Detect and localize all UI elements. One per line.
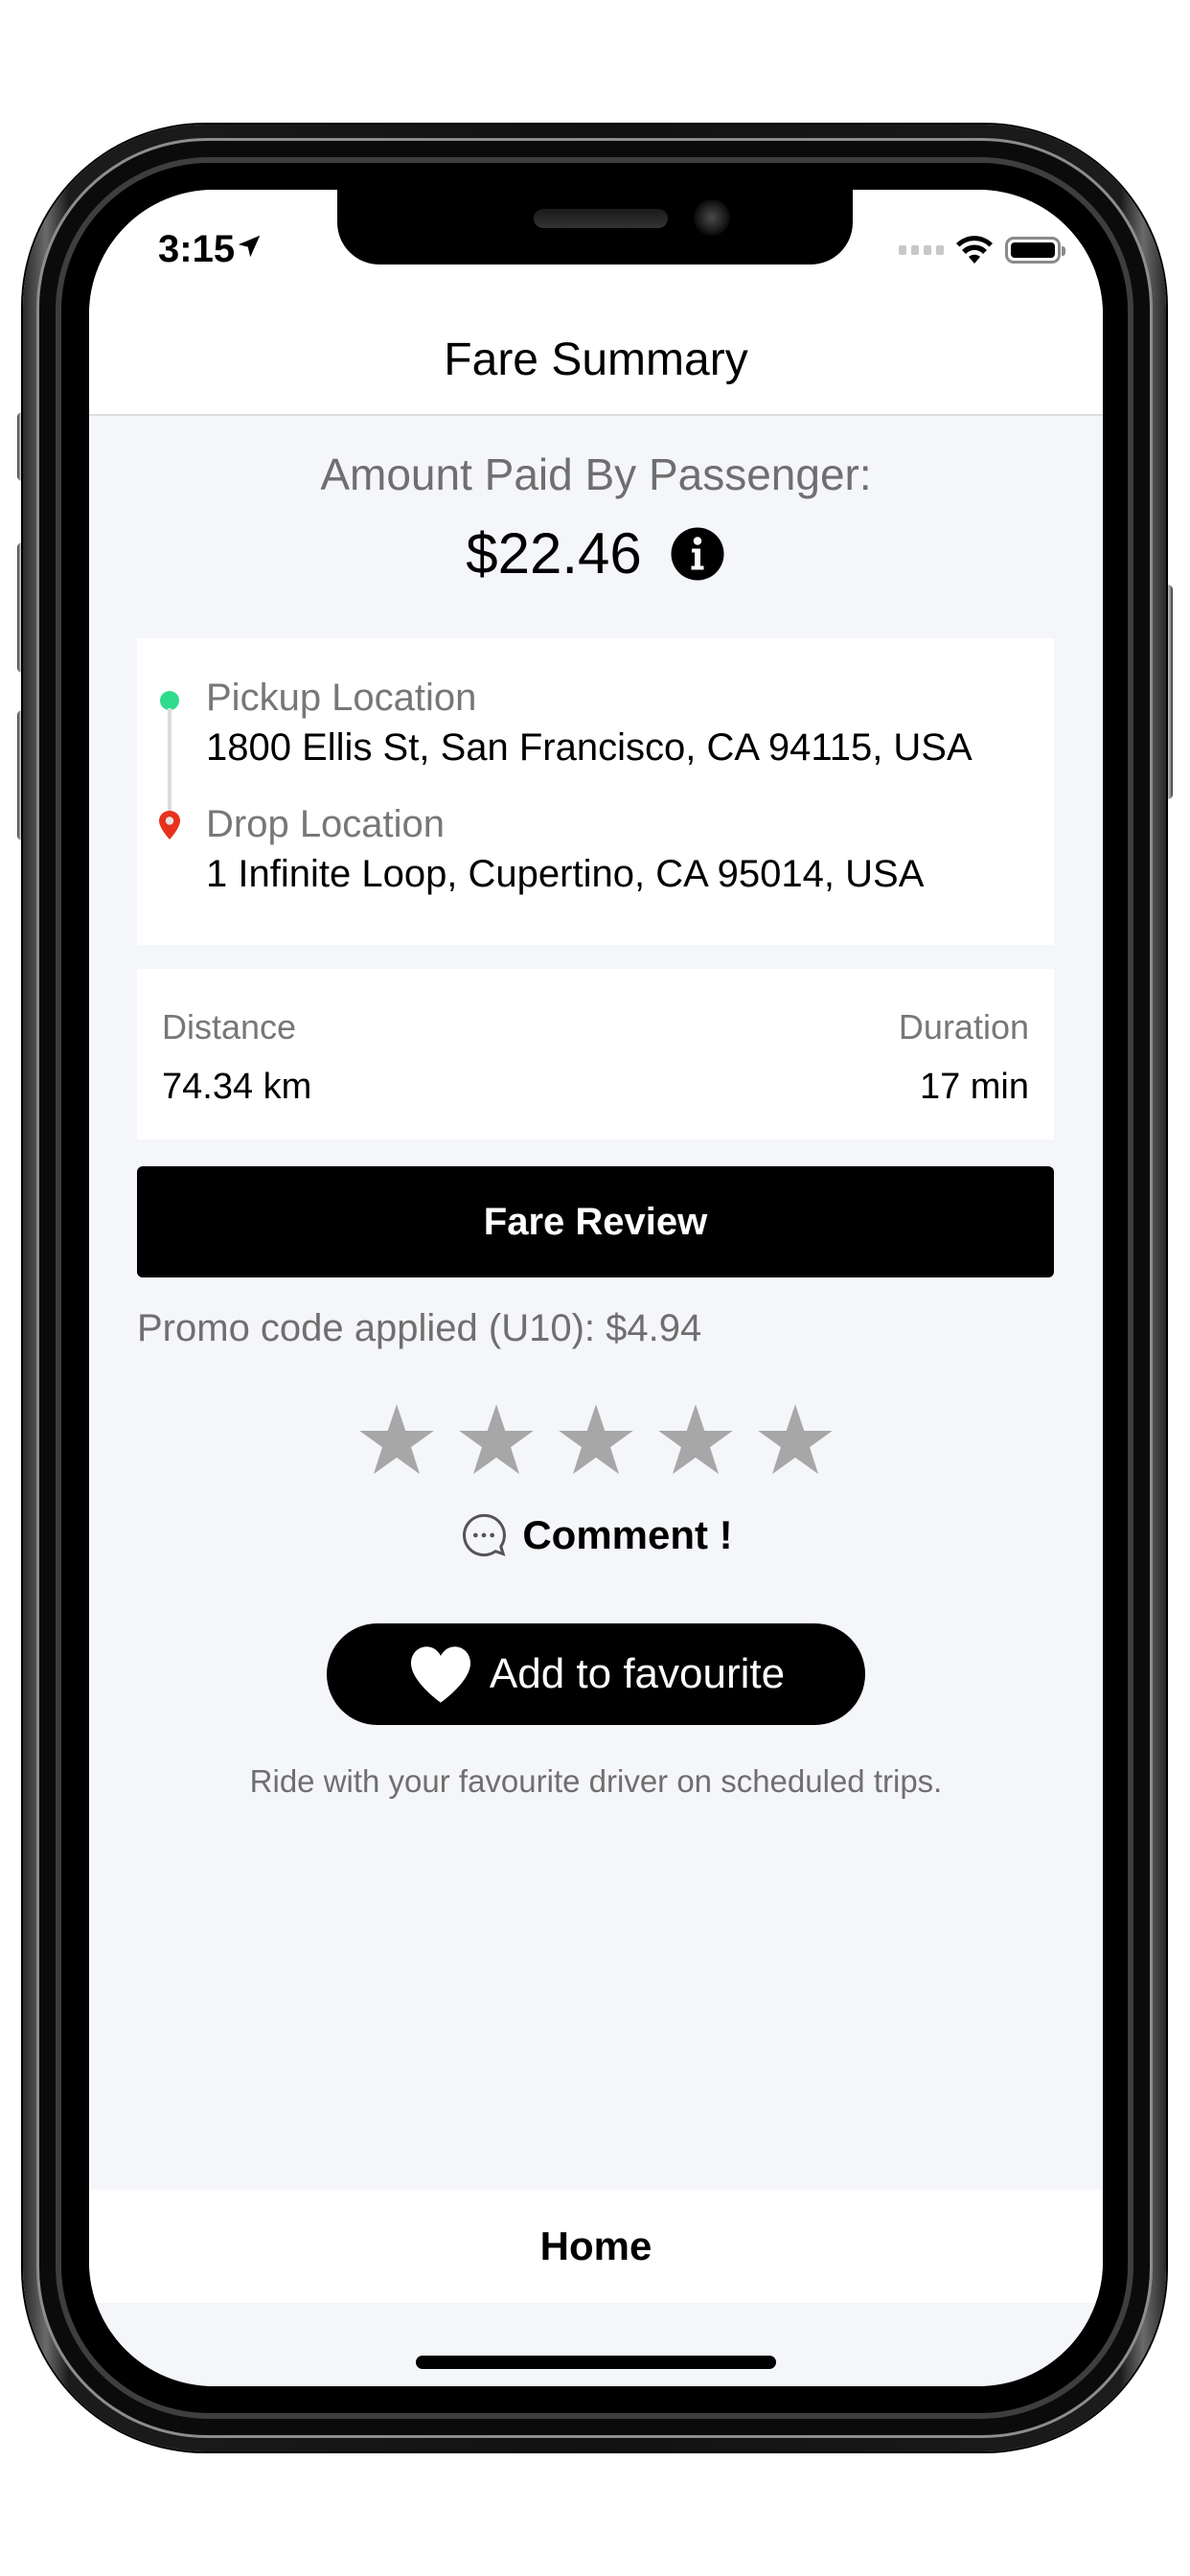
duration-label: Duration	[898, 1007, 1029, 1046]
drop-pin-icon	[159, 811, 180, 840]
add-to-favourite-label: Add to favourite	[489, 1650, 786, 1697]
rating-star-5[interactable]	[754, 1399, 836, 1482]
location-arrow-icon	[238, 235, 261, 258]
comment-label: Comment !	[522, 1512, 733, 1557]
earpiece-speaker	[534, 209, 668, 228]
pickup-address: 1800 Ellis St, San Francisco, CA 94115, …	[206, 726, 973, 769]
rating-star-4[interactable]	[654, 1399, 737, 1482]
amount-row: $22.46	[89, 520, 1103, 586]
duration-value: 17 min	[919, 1067, 1029, 1107]
fare-review-button[interactable]: Fare Review	[137, 1166, 1054, 1277]
home-button[interactable]: Home	[89, 2190, 1103, 2303]
rating-star-1[interactable]	[355, 1399, 438, 1482]
distance-label: Distance	[162, 1007, 297, 1046]
drop-address: 1 Infinite Loop, Cupertino, CA 95014, US…	[206, 853, 925, 895]
wifi-icon	[956, 236, 993, 264]
status-time: 3:15	[158, 228, 236, 270]
status-indicators	[899, 234, 1065, 266]
add-to-favourite-button[interactable]: Add to favourite	[327, 1623, 865, 1725]
heart-icon	[410, 1646, 470, 1703]
promo-code-text: Promo code applied (U10): $4.94	[137, 1307, 702, 1349]
rating-star-3[interactable]	[555, 1399, 637, 1482]
device-notch	[337, 188, 853, 264]
star-rating	[89, 1399, 1103, 1482]
battery-icon	[1005, 237, 1065, 264]
comment-button[interactable]: Comment !	[89, 1510, 1103, 1560]
info-circle-icon[interactable]	[669, 525, 726, 583]
route-card: Pickup Location 1800 Ellis St, San Franc…	[137, 638, 1054, 945]
page-title: Fare Summary	[444, 334, 748, 385]
home-label: Home	[539, 2223, 652, 2268]
distance-value: 74.34 km	[162, 1067, 312, 1107]
trip-stats-card: Distance 74.34 km Duration 17 min	[137, 969, 1054, 1139]
pickup-marker-icon	[160, 691, 179, 710]
pickup-label: Pickup Location	[206, 677, 477, 719]
cellular-signal-icon	[899, 245, 944, 255]
home-indicator[interactable]	[416, 2356, 776, 2369]
front-camera	[694, 199, 730, 236]
amount-value: $22.46	[466, 521, 642, 586]
chat-bubble-icon	[463, 1513, 507, 1557]
amount-label: Amount Paid By Passenger:	[320, 449, 872, 499]
drop-label: Drop Location	[206, 803, 446, 845]
rating-star-2[interactable]	[455, 1399, 538, 1482]
favourite-subtitle: Ride with your favourite driver on sched…	[249, 1763, 943, 1799]
route-connector-line	[168, 708, 172, 814]
app-screen: 3:15 Fare Summary Amount Paid By Passeng…	[89, 190, 1103, 2386]
